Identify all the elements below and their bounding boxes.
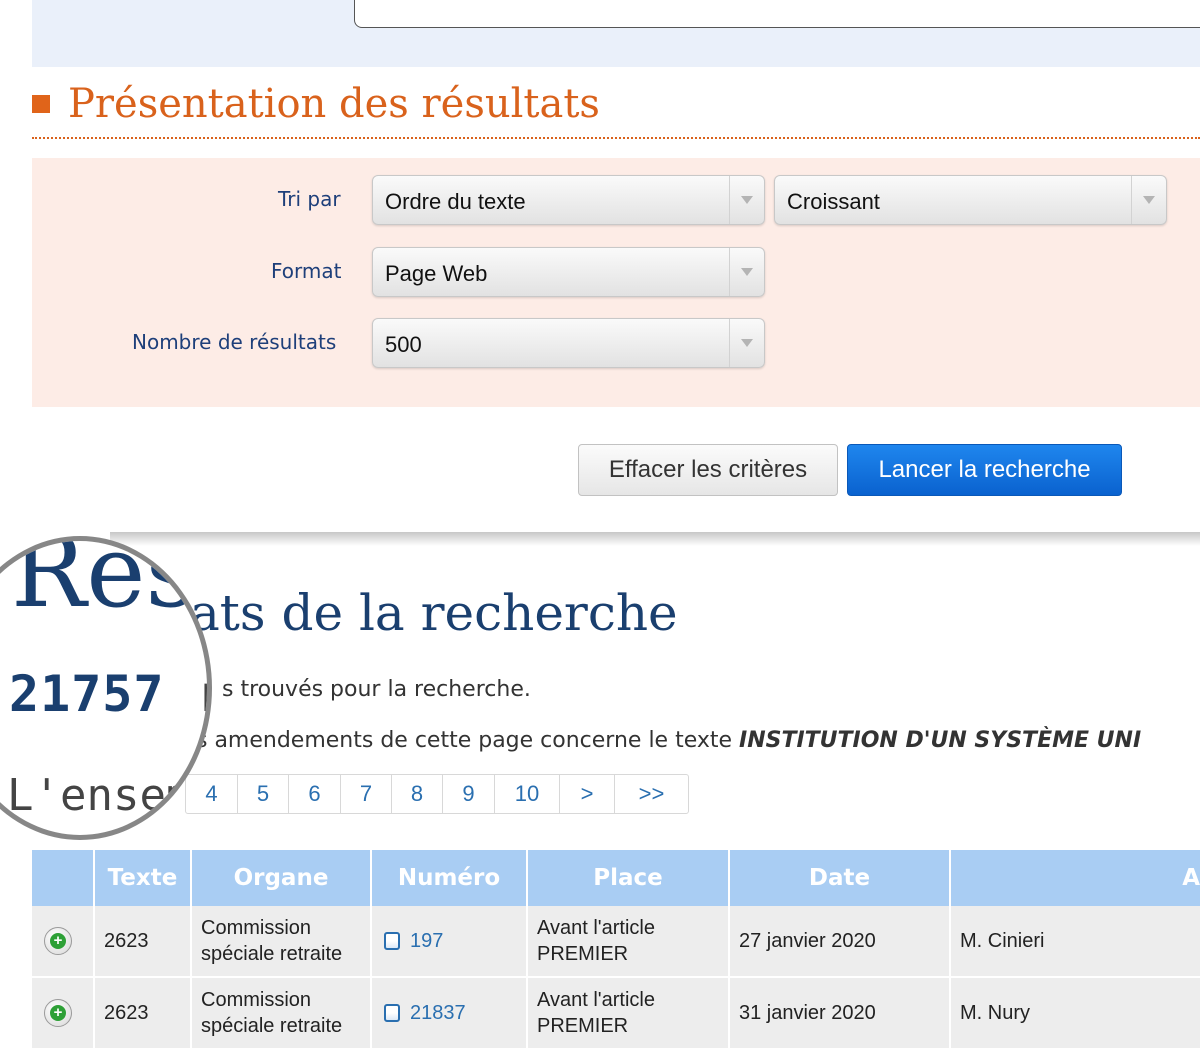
pagination: 4 5 6 7 8 9 10 > >> xyxy=(185,774,689,814)
magnifier-lens: Rés 21757 r L'ensem xyxy=(0,536,212,840)
format-select[interactable]: Page Web xyxy=(372,247,765,297)
document-icon xyxy=(384,1004,400,1022)
page-link-9[interactable]: 9 xyxy=(443,775,495,813)
page-link-5[interactable]: 5 xyxy=(238,775,289,813)
organe-cell: Commission spéciale retraite xyxy=(192,978,372,1048)
format-label: Format xyxy=(271,259,342,283)
column-header-date[interactable]: Date xyxy=(730,850,951,906)
results-count-select[interactable]: 500 xyxy=(372,318,765,368)
table-header: Texte Organe Numéro Place Date A xyxy=(32,850,1200,906)
plus-circle-icon[interactable]: + xyxy=(44,999,72,1027)
auteur-cell: M. Cinieri xyxy=(960,930,1045,952)
presentation-options-panel: Tri par Ordre du texte Croissant Format … xyxy=(32,158,1200,407)
expand-cell: + xyxy=(32,906,95,976)
page-link-7[interactable]: 7 xyxy=(341,775,392,813)
page-link-6[interactable]: 6 xyxy=(289,775,341,813)
chevron-down-icon xyxy=(729,248,764,296)
clear-criteria-button[interactable]: Effacer les critères xyxy=(578,444,838,496)
magnified-results-title: Rés xyxy=(11,536,197,630)
amendments-text-note: s amendements de cette page concerne le … xyxy=(196,728,1141,753)
results-count-text: s trouvés pour la recherche. xyxy=(222,677,531,702)
section-title: Présentation des résultats xyxy=(68,81,600,127)
orange-square-icon xyxy=(32,95,50,113)
table-row: + 2623 Commission spéciale retraite 197 … xyxy=(32,906,1200,978)
results-count-number: 21757 xyxy=(9,665,165,723)
amendments-text-title: INSTITUTION D'UN SYSTÈME UNI xyxy=(739,728,1142,753)
numero-cell[interactable]: 21837 xyxy=(372,978,528,1048)
next-page-link[interactable]: > xyxy=(560,775,615,813)
section-heading: Présentation des résultats xyxy=(32,78,600,130)
results-title: ats de la recherche xyxy=(190,584,678,642)
magnified-content: Rés 21757 r L'ensem xyxy=(5,536,207,835)
page-link-8[interactable]: 8 xyxy=(392,775,443,813)
format-select-value: Page Web xyxy=(385,261,488,286)
auteur-cell: M. Nury xyxy=(960,1002,1030,1024)
column-header-texte[interactable]: Texte xyxy=(95,850,192,906)
magnified-results-count: 21757 r xyxy=(9,665,207,723)
last-page-link[interactable]: >> xyxy=(615,775,688,813)
column-header-expand xyxy=(32,850,95,906)
sort-label: Tri par xyxy=(278,187,341,211)
date-cell: 27 janvier 2020 xyxy=(730,906,951,976)
search-criteria-panel xyxy=(32,0,1200,67)
results-count-suffix: r xyxy=(165,665,207,723)
column-header-organe[interactable]: Organe xyxy=(192,850,372,906)
numero-cell[interactable]: 197 xyxy=(372,906,528,976)
results-count-select-value: 500 xyxy=(385,332,422,357)
section-divider xyxy=(32,137,1200,139)
column-header-place[interactable]: Place xyxy=(528,850,730,906)
numero-link[interactable]: 21837 xyxy=(410,1000,466,1026)
chevron-down-icon xyxy=(729,176,764,224)
table-row: + 2623 Commission spéciale retraite 2183… xyxy=(32,978,1200,1050)
date-cell: 31 janvier 2020 xyxy=(730,978,951,1048)
chevron-down-icon xyxy=(1131,176,1166,224)
place-cell: Avant l'article PREMIER xyxy=(528,978,730,1048)
texte-cell: 2623 xyxy=(95,906,192,976)
chevron-down-icon xyxy=(729,319,764,367)
sort-select-value: Ordre du texte xyxy=(385,189,526,214)
column-header-auteur[interactable]: A xyxy=(951,850,1200,906)
order-select-value: Croissant xyxy=(787,189,880,214)
plus-circle-icon[interactable]: + xyxy=(44,927,72,955)
sort-select[interactable]: Ordre du texte xyxy=(372,175,765,225)
order-select[interactable]: Croissant xyxy=(774,175,1167,225)
place-cell: Avant l'article PREMIER xyxy=(528,906,730,976)
document-icon xyxy=(384,932,400,950)
amendments-prefix: s amendements de cette page concerne le … xyxy=(196,728,740,753)
texte-cell: 2623 xyxy=(95,978,192,1048)
magnified-amendments-text: L'ensem xyxy=(7,770,193,821)
search-text-field[interactable] xyxy=(354,0,1200,28)
numero-link[interactable]: 197 xyxy=(410,928,443,954)
page-link-10[interactable]: 10 xyxy=(495,775,560,813)
organe-cell: Commission spéciale retraite xyxy=(192,906,372,976)
column-header-numero[interactable]: Numéro xyxy=(372,850,528,906)
launch-search-button[interactable]: Lancer la recherche xyxy=(847,444,1122,496)
page-divider xyxy=(110,532,1200,546)
expand-cell: + xyxy=(32,978,95,1048)
results-count-label: Nombre de résultats xyxy=(132,330,337,354)
